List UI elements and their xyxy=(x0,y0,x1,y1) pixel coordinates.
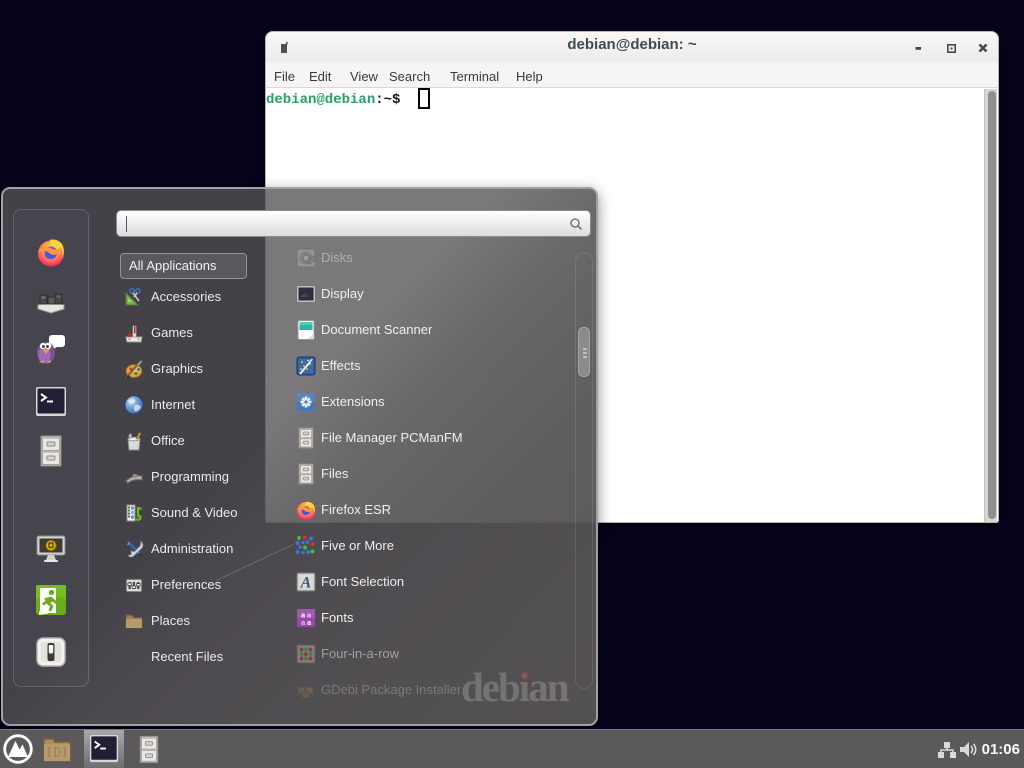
svg-text:A: A xyxy=(300,575,312,592)
